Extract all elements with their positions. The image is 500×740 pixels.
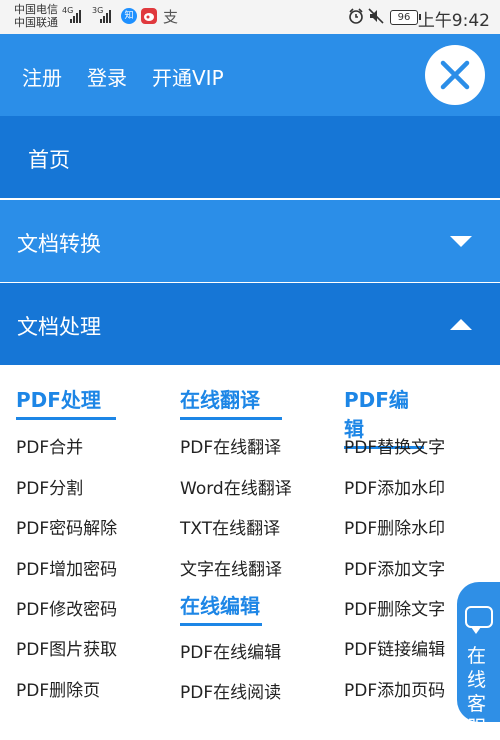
register-link[interactable]: 注册: [22, 62, 62, 91]
list-item[interactable]: Word在线翻译: [180, 474, 292, 499]
list-item[interactable]: PDF密码解除: [16, 514, 117, 539]
menu-item-label: 文档处理: [17, 315, 101, 339]
network-type-1: 4G: [62, 6, 74, 15]
list-item[interactable]: PDF在线阅读: [180, 678, 281, 703]
service-label: 在线客服: [467, 645, 487, 739]
menu-item-label: 首页: [28, 148, 70, 172]
list-item[interactable]: PDF添加水印: [344, 474, 445, 499]
carrier-labels: 中国电信 中国联通: [14, 3, 58, 29]
column-title-edit: 在线编辑: [180, 590, 262, 626]
list-item[interactable]: PDF增加密码: [16, 555, 117, 580]
list-item[interactable]: PDF删除页: [16, 676, 100, 701]
list-item[interactable]: PDF删除水印: [344, 514, 445, 539]
chevron-down-icon: [450, 236, 472, 247]
clock: 上午9:42: [417, 11, 490, 31]
list-item[interactable]: PDF添加文字: [344, 555, 445, 580]
menu-item-label: 文档转换: [17, 232, 101, 256]
mute-icon: [368, 8, 384, 24]
list-item[interactable]: PDF替换文字: [344, 433, 445, 458]
battery-indicator: 96: [390, 10, 421, 25]
list-item[interactable]: 文字在线翻译: [180, 555, 282, 580]
list-item[interactable]: PDF删除文字: [344, 595, 445, 620]
alarm-icon: [349, 8, 363, 24]
status-bar: 中国电信 中国联通 4G 3G 知 支 96 上午9:42: [0, 0, 500, 34]
chevron-up-icon: [450, 319, 472, 330]
list-item[interactable]: PDF在线编辑: [180, 638, 281, 663]
alipay-app-icon: 支: [163, 8, 179, 26]
close-icon: [440, 60, 470, 90]
list-item[interactable]: PDF链接编辑: [344, 635, 445, 660]
column-title-translate: 在线翻译: [180, 384, 282, 420]
list-item[interactable]: PDF在线翻译: [180, 433, 281, 458]
carrier-1: 中国电信: [14, 3, 58, 16]
online-service-button[interactable]: 在线客服: [457, 582, 500, 739]
weibo-app-icon: [141, 8, 157, 24]
carrier-2: 中国联通: [14, 16, 58, 29]
login-link[interactable]: 登录: [87, 62, 127, 91]
menu-item-convert[interactable]: 文档转换: [0, 200, 500, 282]
list-item[interactable]: PDF添加页码: [344, 676, 445, 701]
close-button[interactable]: [425, 45, 485, 105]
list-item[interactable]: PDF图片获取: [16, 635, 117, 660]
zhihu-app-icon: 知: [121, 8, 137, 24]
column-title-pdf-process: PDF处理: [16, 384, 116, 420]
menu-item-process[interactable]: 文档处理: [0, 283, 500, 365]
list-item[interactable]: PDF修改密码: [16, 595, 117, 620]
list-item[interactable]: TXT在线翻译: [180, 514, 280, 539]
list-item[interactable]: PDF分割: [16, 474, 83, 499]
list-item[interactable]: PDF合并: [16, 433, 83, 458]
network-type-2: 3G: [92, 6, 104, 15]
chat-bubble-icon: [465, 606, 493, 634]
vip-link[interactable]: 开通VIP: [152, 62, 224, 91]
menu-item-home[interactable]: 首页: [0, 116, 500, 198]
